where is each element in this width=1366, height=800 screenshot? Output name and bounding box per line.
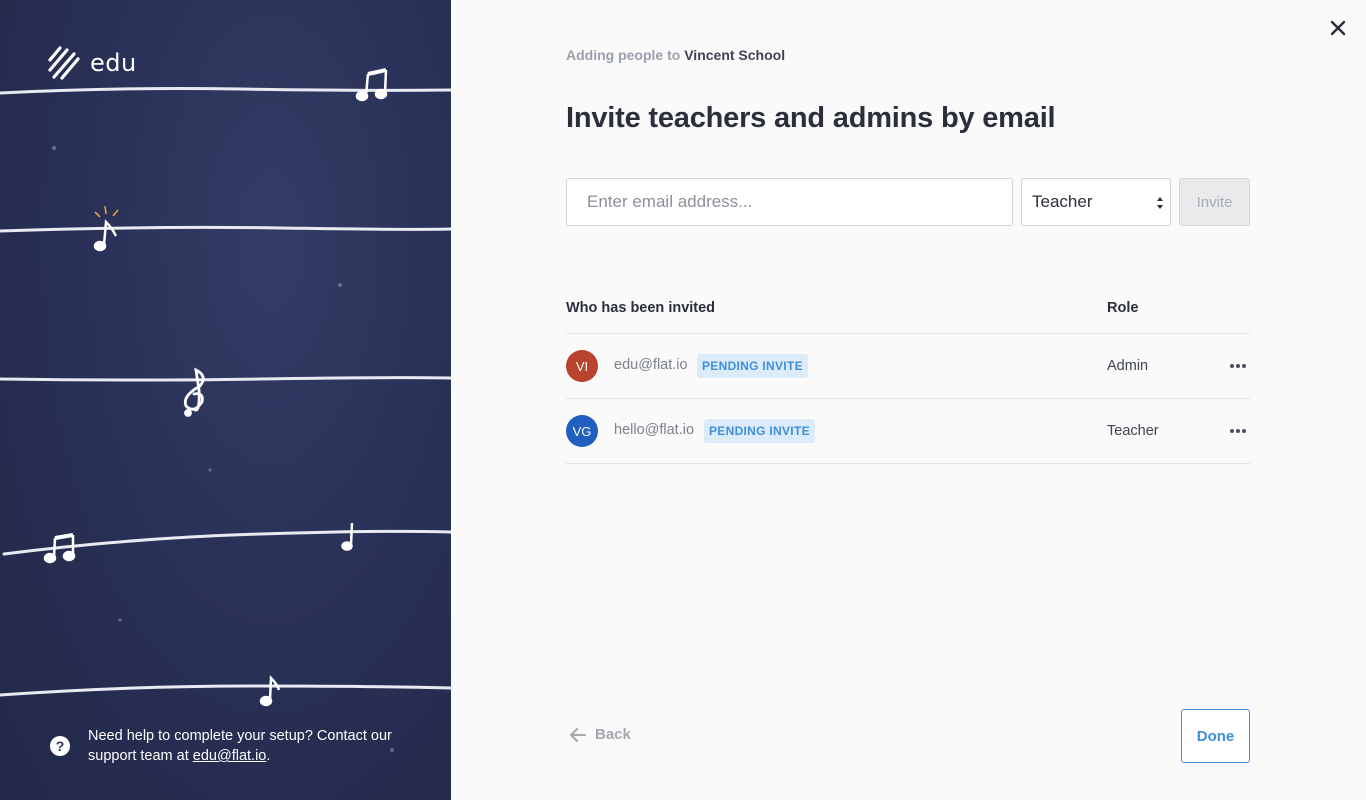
invitee-role: Teacher — [1107, 423, 1159, 439]
avatar-initials: VG — [572, 423, 592, 439]
breadcrumb-subtitle: Adding people to Vincent School — [566, 47, 785, 63]
logo-text: edu — [90, 49, 137, 77]
school-name: Vincent School — [684, 47, 786, 63]
music-staff-illustration — [0, 68, 451, 752]
invite-button[interactable]: Invite — [1179, 178, 1250, 226]
pending-invite-badge: PENDING INVITE — [704, 419, 815, 443]
help-section: ? Need help to complete your setup? Cont… — [50, 726, 410, 766]
invitee-email: edu@flat.io — [614, 357, 688, 373]
more-options-button[interactable] — [1226, 356, 1250, 376]
column-header-who: Who has been invited — [566, 300, 716, 316]
stripes-logo-icon — [48, 46, 80, 80]
avatar-initials: VI — [575, 358, 589, 374]
back-button[interactable]: Back — [569, 726, 631, 743]
edu-logo: edu — [48, 46, 137, 80]
invited-table: Who has been invited Role VI edu@flat.io… — [566, 290, 1250, 464]
table-row: VI edu@flat.io PENDING INVITE Admin — [566, 334, 1250, 399]
pending-invite-badge: PENDING INVITE — [697, 354, 808, 378]
email-input[interactable] — [566, 178, 1013, 226]
subtitle-prefix: Adding people to — [566, 47, 681, 63]
help-text: Need help to complete your setup? Contac… — [88, 726, 410, 766]
dot-icon — [1242, 429, 1246, 433]
question-mark-icon: ? — [50, 736, 70, 756]
support-email-link[interactable]: edu@flat.io — [193, 748, 267, 764]
invitee-email: hello@flat.io — [614, 422, 695, 438]
select-arrows-icon — [1157, 197, 1163, 209]
avatar: VI — [566, 350, 598, 382]
invitee-role: Admin — [1107, 358, 1149, 374]
more-options-button[interactable] — [1226, 421, 1250, 441]
dot-icon — [1236, 364, 1240, 368]
invite-form: Teacher Invite — [566, 178, 1250, 226]
page-title: Invite teachers and admins by email — [566, 102, 1056, 134]
role-select-value: Teacher — [1032, 192, 1093, 211]
column-header-role: Role — [1107, 300, 1139, 316]
help-suffix: . — [266, 748, 271, 764]
dot-icon — [1230, 364, 1234, 368]
avatar: VG — [566, 415, 598, 447]
close-button[interactable] — [1328, 18, 1348, 38]
arrow-left-icon — [570, 727, 586, 742]
decorative-side-panel: edu ? Need help to complete your setup? … — [0, 0, 451, 800]
role-select[interactable]: Teacher — [1021, 178, 1171, 226]
back-label: Back — [595, 726, 631, 743]
done-button[interactable]: Done — [1181, 709, 1250, 763]
table-header: Who has been invited Role — [566, 290, 1250, 334]
dot-icon — [1242, 364, 1246, 368]
dot-icon — [1236, 429, 1240, 433]
table-row: VG hello@flat.io PENDING INVITE Teacher — [566, 399, 1250, 464]
close-icon — [1330, 20, 1346, 36]
dot-icon — [1230, 429, 1234, 433]
